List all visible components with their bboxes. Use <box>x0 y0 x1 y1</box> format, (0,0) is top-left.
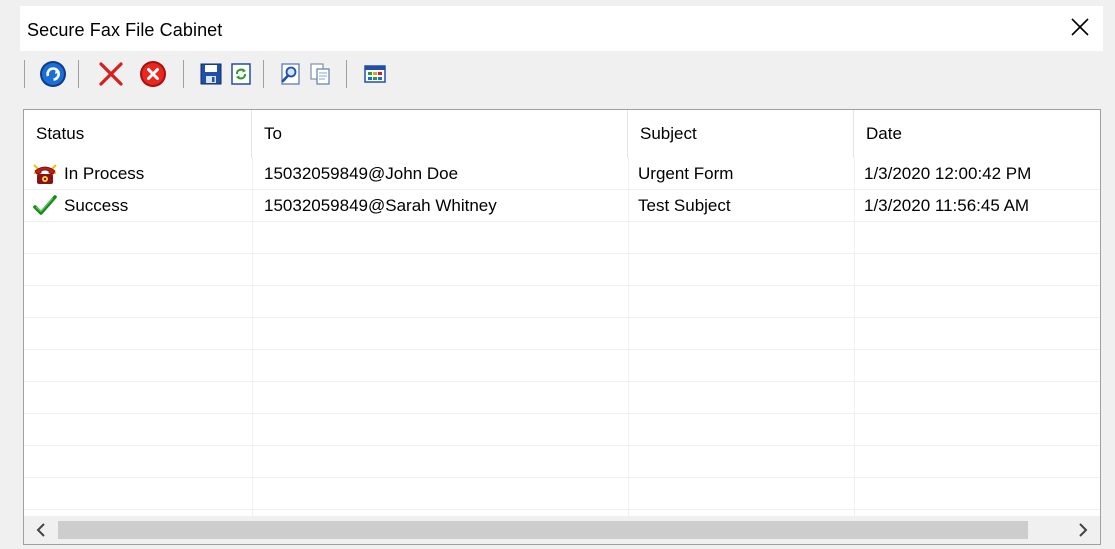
grid-table-icon <box>364 65 386 83</box>
status-cell: Success <box>24 190 252 222</box>
save-button[interactable] <box>196 59 226 89</box>
to-cell: 15032059849@John Doe <box>264 164 459 183</box>
delete-button[interactable] <box>96 59 126 89</box>
empty-row <box>24 478 1100 510</box>
empty-row <box>24 286 1100 318</box>
chevron-right-icon <box>1079 523 1088 537</box>
toolbar-separator <box>263 60 264 88</box>
empty-row <box>24 254 1100 286</box>
scroll-thumb[interactable] <box>58 521 1028 539</box>
title-bar: Secure Fax File Cabinet <box>20 6 1103 51</box>
toolbar-separator <box>24 60 25 88</box>
close-icon <box>1071 18 1089 36</box>
column-header-date[interactable]: Date <box>854 110 1100 158</box>
toolbar <box>20 56 1103 92</box>
status-cell: In Process <box>24 158 252 190</box>
columns-button[interactable] <box>360 59 390 89</box>
table-row[interactable]: Success 15032059849@Sarah Whitney Test S… <box>24 190 1100 222</box>
fax-cabinet-window: Secure Fax File Cabinet Status To Subjec… <box>0 0 1115 549</box>
copy-button[interactable] <box>305 59 335 89</box>
floppy-disk-icon <box>200 63 222 85</box>
empty-row <box>24 222 1100 254</box>
red-circle-x-icon <box>140 61 166 87</box>
view-button[interactable] <box>275 59 305 89</box>
empty-row <box>24 382 1100 414</box>
to-cell: 15032059849@Sarah Whitney <box>264 196 497 215</box>
refresh-button[interactable] <box>38 59 68 89</box>
date-cell: 1/3/2020 12:00:42 PM <box>864 164 1032 183</box>
fax-list[interactable]: Status To Subject Date In Process 150320… <box>23 109 1101 545</box>
window-title: Secure Fax File Cabinet <box>27 20 223 40</box>
blue-refresh-icon <box>40 61 66 87</box>
toolbar-separator <box>183 60 184 88</box>
empty-row <box>24 414 1100 446</box>
empty-row <box>24 446 1100 478</box>
subject-cell: Test Subject <box>638 196 731 215</box>
column-header-subject[interactable]: Subject <box>628 110 854 158</box>
green-checkmark-icon <box>33 195 57 215</box>
chevron-left-icon <box>36 523 45 537</box>
status-text: In Process <box>64 164 145 183</box>
scroll-left-button[interactable] <box>24 516 58 544</box>
column-header-to[interactable]: To <box>252 110 628 158</box>
table-row[interactable]: In Process 15032059849@John Doe Urgent F… <box>24 158 1100 190</box>
column-header-status[interactable]: Status <box>24 110 252 158</box>
scroll-right-button[interactable] <box>1066 516 1100 544</box>
horizontal-scrollbar[interactable] <box>24 516 1100 544</box>
status-text: Success <box>64 196 129 215</box>
toolbar-separator <box>346 60 347 88</box>
toolbar-separator <box>78 60 79 88</box>
red-x-icon <box>99 62 123 86</box>
empty-row <box>24 318 1100 350</box>
date-cell: 1/3/2020 11:56:45 AM <box>864 196 1030 215</box>
list-header: Status To Subject Date <box>24 110 1100 158</box>
recycle-document-icon <box>231 63 251 85</box>
close-button[interactable] <box>1063 12 1097 42</box>
subject-cell: Urgent Form <box>638 164 734 183</box>
magnify-document-icon <box>281 63 300 85</box>
copy-documents-icon <box>310 63 330 85</box>
resend-button[interactable] <box>226 59 256 89</box>
fax-phone-icon <box>33 164 57 184</box>
cancel-button[interactable] <box>138 59 168 89</box>
empty-row <box>24 350 1100 382</box>
